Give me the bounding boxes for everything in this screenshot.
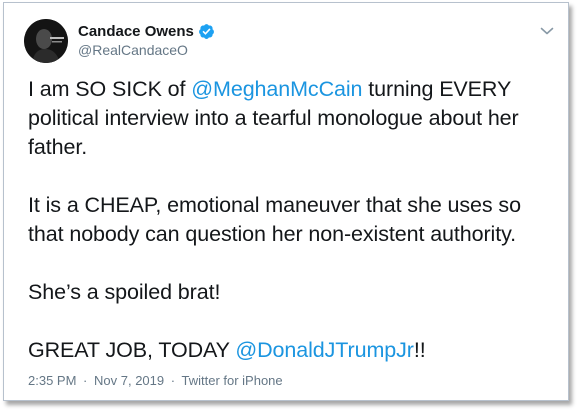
handle[interactable]: @RealCandaceO: [78, 41, 215, 60]
author-names: Candace Owens @RealCandaceO: [78, 22, 215, 60]
chevron-down-icon[interactable]: [540, 23, 554, 35]
tweet-text-run: She’s a spoiled brat!: [28, 280, 221, 304]
tweet-card: Candace Owens @RealCandaceO I am SO SICK…: [3, 2, 569, 401]
mention-link[interactable]: @DonaldJTrumpJr: [235, 338, 414, 362]
tweet-paragraph: She’s a spoiled brat!: [28, 278, 558, 307]
display-name[interactable]: Candace Owens: [78, 22, 194, 41]
tweet-paragraph: I am SO SICK of @MeghanMcCain turning EV…: [28, 75, 558, 162]
avatar[interactable]: [24, 19, 68, 63]
meta-separator: ·: [170, 373, 176, 388]
tweet-paragraph: It is a CHEAP, emotional maneuver that s…: [28, 191, 558, 249]
tweet-text-run: I am SO SICK of: [28, 77, 192, 101]
verified-badge-icon: [198, 23, 215, 40]
tweet-header: Candace Owens @RealCandaceO: [24, 17, 215, 65]
meta-separator: ·: [83, 373, 88, 388]
tweet-text: I am SO SICK of @MeghanMcCain turning EV…: [28, 75, 558, 365]
tweet-meta: 2:35 PM · Nov 7, 2019 · Twitter for iPho…: [28, 373, 283, 389]
tweet-text-run: !!: [413, 338, 426, 362]
tweet-paragraph: GREAT JOB, TODAY @DonaldJTrumpJr!!: [28, 336, 558, 365]
tweet-text-run: It is a CHEAP, emotional maneuver that s…: [28, 193, 527, 246]
tweet-time[interactable]: 2:35 PM: [28, 373, 76, 388]
tweet-text-run: GREAT JOB, TODAY: [28, 338, 236, 362]
avatar-image: [24, 19, 68, 63]
mention-link[interactable]: @MeghanMcCain: [191, 77, 362, 101]
tweet-date[interactable]: Nov 7, 2019: [94, 373, 164, 388]
tweet-source[interactable]: Twitter for iPhone: [181, 373, 282, 388]
display-name-row: Candace Owens: [78, 22, 215, 41]
